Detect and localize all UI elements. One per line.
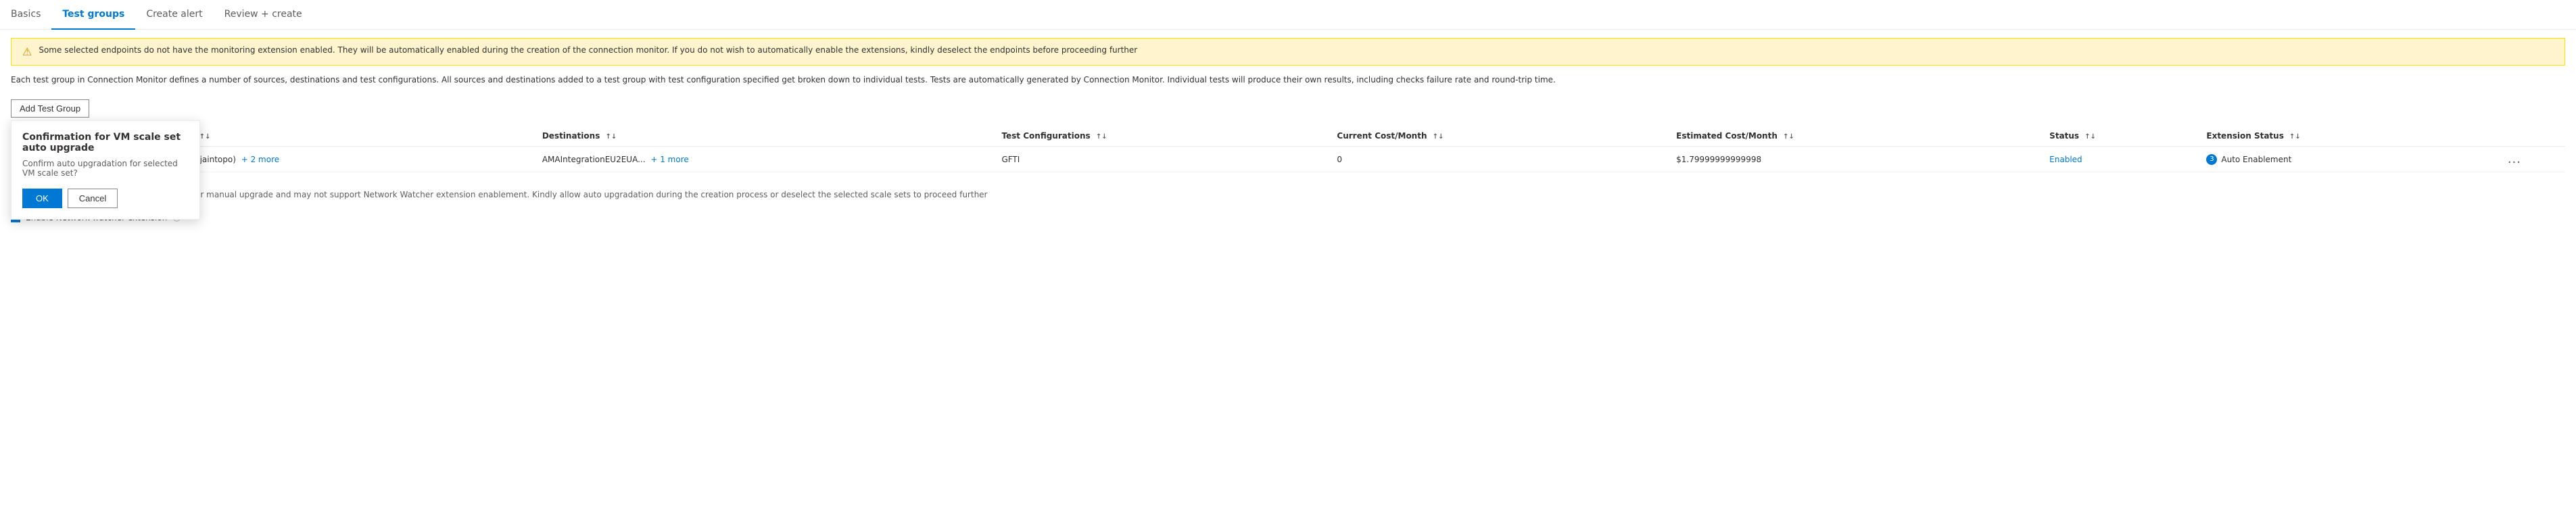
- tab-basics[interactable]: Basics: [11, 0, 51, 30]
- modal-body: Confirm auto upgradation for selected VM…: [22, 159, 189, 178]
- enable-network-watcher-section: ✓ Enable Network watcher extension ⓘ: [11, 212, 2565, 223]
- cell-sources: Vnet1(anujaintopo) + 2 more: [158, 147, 542, 172]
- cell-ext-status: 3 Auto Enablement: [2206, 147, 2507, 172]
- sort-icon-ext-status[interactable]: ↑↓: [2289, 133, 2301, 141]
- modal-footer: OK Cancel: [22, 189, 189, 208]
- warning-icon: ⚠: [22, 45, 32, 58]
- table-row: SCFAC Vnet1(anujaintopo) + 2 more AMAInt…: [11, 147, 2565, 172]
- row-context-menu[interactable]: ...: [2508, 152, 2521, 166]
- info-message: Some selected VM scale sets are configur…: [11, 183, 2565, 206]
- cell-menu: ...: [2508, 147, 2565, 172]
- tab-test-groups[interactable]: Test groups: [51, 0, 135, 30]
- bottom-section: Some selected VM scale sets are configur…: [0, 172, 2576, 234]
- warning-banner: ⚠ Some selected endpoints do not have th…: [11, 38, 2565, 66]
- data-table: Name ↑↓ Sources ↑↓ Destinations ↑↓ Test …: [11, 126, 2565, 172]
- ext-status-icon: 3: [2206, 154, 2217, 165]
- modal-title: Confirmation for VM scale set auto upgra…: [22, 132, 189, 153]
- col-test-configs: Test Configurations ↑↓: [1001, 126, 1337, 147]
- sort-icon-sources[interactable]: ↑↓: [199, 133, 211, 141]
- col-sources: Sources ↑↓: [158, 126, 542, 147]
- cell-status: Enabled: [2049, 147, 2206, 172]
- col-ext-status: Extension Status ↑↓: [2206, 126, 2507, 147]
- sort-icon-current-cost[interactable]: ↑↓: [1433, 133, 1444, 141]
- sources-more-link[interactable]: + 2 more: [241, 155, 279, 164]
- cell-destinations: AMAIntegrationEU2EUA... + 1 more: [542, 147, 1002, 172]
- warning-text: Some selected endpoints do not have the …: [39, 45, 1137, 55]
- cell-test-configs: GFTI: [1001, 147, 1337, 172]
- tab-review-create[interactable]: Review + create: [214, 0, 313, 30]
- col-status: Status ↑↓: [2049, 126, 2206, 147]
- modal-cancel-button[interactable]: Cancel: [68, 189, 118, 208]
- col-estimated-cost: Estimated Cost/Month ↑↓: [1676, 126, 2049, 147]
- table-container: Name ↑↓ Sources ↑↓ Destinations ↑↓ Test …: [0, 126, 2576, 172]
- status-link[interactable]: Enabled: [2049, 155, 2082, 164]
- description-text: Each test group in Connection Monitor de…: [0, 74, 2576, 94]
- destinations-more-link[interactable]: + 1 more: [650, 155, 688, 164]
- sort-icon-status[interactable]: ↑↓: [2084, 133, 2096, 141]
- tabs-bar: Basics Test groups Create alert Review +…: [0, 0, 2576, 30]
- modal-ok-button[interactable]: OK: [22, 189, 62, 208]
- cell-current-cost: 0: [1337, 147, 1676, 172]
- modal-dialog: Confirmation for VM scale set auto upgra…: [11, 120, 200, 220]
- sort-icon-estimated-cost[interactable]: ↑↓: [1783, 133, 1794, 141]
- tab-create-alert[interactable]: Create alert: [135, 0, 213, 30]
- col-current-cost: Current Cost/Month ↑↓: [1337, 126, 1676, 147]
- col-destinations: Destinations ↑↓: [542, 126, 1002, 147]
- ext-status-container: 3 Auto Enablement: [2206, 154, 2502, 165]
- sort-icon-destinations[interactable]: ↑↓: [606, 133, 617, 141]
- cell-estimated-cost: $1.79999999999998: [1676, 147, 2049, 172]
- toolbar: Add Test Group: [0, 94, 2576, 126]
- col-actions: [2508, 126, 2565, 147]
- sort-icon-test-configs[interactable]: ↑↓: [1096, 133, 1107, 141]
- add-test-group-button[interactable]: Add Test Group: [11, 99, 89, 118]
